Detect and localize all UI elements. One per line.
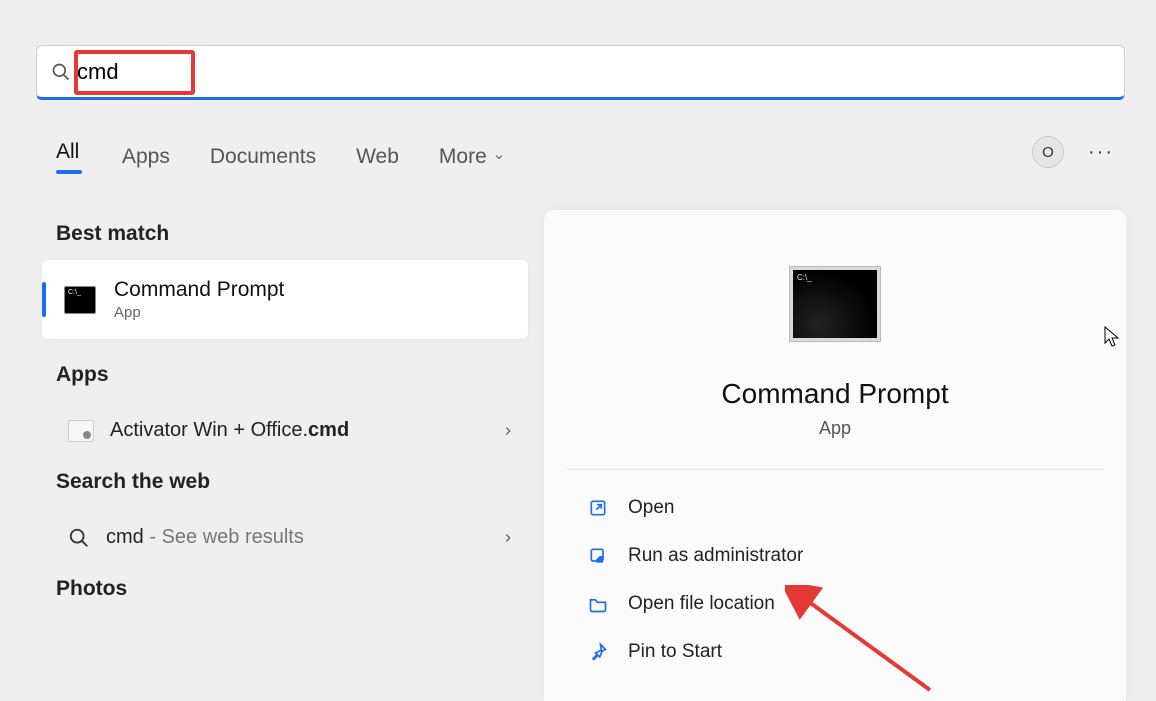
pin-icon	[588, 642, 608, 662]
action-pin-to-start[interactable]: Pin to Start	[544, 628, 1126, 676]
command-prompt-icon: C:\_	[64, 286, 96, 314]
best-match-result[interactable]: C:\_ Command Prompt App	[42, 260, 528, 339]
shield-admin-icon	[588, 546, 608, 566]
search-input[interactable]	[77, 59, 1110, 85]
tab-more[interactable]: More	[439, 145, 505, 179]
preview-app-icon-frame: C:\_	[789, 266, 881, 342]
action-open-file-location[interactable]: Open file location	[544, 580, 1126, 628]
action-run-admin-label: Run as administrator	[628, 545, 803, 567]
divider	[566, 469, 1104, 470]
command-prompt-icon: C:\_	[793, 270, 877, 338]
search-input-wrap	[77, 46, 1110, 97]
app-result-label: Activator Win + Office.cmd	[110, 419, 485, 442]
preview-panel: C:\_ Command Prompt App Open Run as admi…	[544, 210, 1126, 701]
best-match-heading: Best match	[56, 222, 531, 246]
best-match-text: Command Prompt App	[114, 278, 284, 321]
more-options-button[interactable]: ···	[1088, 141, 1114, 164]
chevron-down-icon	[493, 151, 505, 163]
tab-apps[interactable]: Apps	[122, 145, 170, 179]
search-icon	[51, 62, 71, 82]
best-match-title: Command Prompt	[114, 278, 284, 302]
script-file-icon	[68, 420, 94, 442]
photos-heading: Photos	[56, 577, 531, 601]
action-run-as-administrator[interactable]: Run as administrator	[544, 532, 1126, 580]
app-result-activator[interactable]: Activator Win + Office.cmd	[56, 401, 531, 460]
action-open[interactable]: Open	[544, 484, 1126, 532]
chevron-right-icon	[501, 424, 515, 438]
apps-heading: Apps	[56, 363, 531, 387]
filter-tabs: All Apps Documents Web More	[56, 140, 505, 184]
web-result-label: cmd - See web results	[106, 526, 485, 549]
results-column: Best match C:\_ Command Prompt App Apps …	[56, 222, 531, 615]
web-result-cmd[interactable]: cmd - See web results	[56, 508, 531, 567]
action-pin-label: Pin to Start	[628, 641, 722, 663]
action-open-label: Open	[628, 497, 674, 519]
tab-documents[interactable]: Documents	[210, 145, 316, 179]
open-icon	[588, 498, 608, 518]
search-icon	[68, 527, 90, 549]
preview-subtitle: App	[544, 418, 1126, 439]
tab-web[interactable]: Web	[356, 145, 399, 179]
search-web-heading: Search the web	[56, 470, 531, 494]
header-right-controls: O ···	[1032, 136, 1114, 168]
search-bar[interactable]	[36, 45, 1125, 100]
tab-all[interactable]: All	[56, 140, 82, 184]
folder-icon	[588, 594, 608, 614]
tab-more-label: More	[439, 145, 487, 169]
avatar[interactable]: O	[1032, 136, 1064, 168]
preview-title: Command Prompt	[544, 378, 1126, 410]
chevron-right-icon	[501, 531, 515, 545]
action-open-location-label: Open file location	[628, 593, 775, 615]
best-match-subtitle: App	[114, 304, 284, 321]
